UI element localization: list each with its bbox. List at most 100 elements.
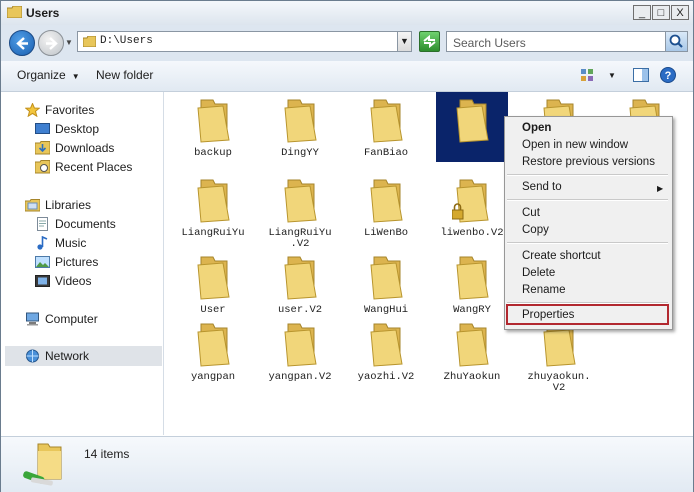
- organize-menu[interactable]: Organize ▼: [17, 68, 80, 82]
- title-bar[interactable]: Users _ □ X: [1, 1, 693, 25]
- star-icon: [25, 103, 40, 117]
- folder-item[interactable]: backup: [169, 98, 257, 159]
- refresh-icon: [423, 34, 436, 49]
- menu-separator: [507, 242, 668, 244]
- folder-item[interactable]: yaozhi.V2: [342, 322, 430, 383]
- view-dropdown-icon[interactable]: ▼: [608, 71, 616, 80]
- close-button[interactable]: X: [671, 5, 689, 20]
- folder-name: WangHui: [363, 304, 409, 316]
- new-folder-button[interactable]: New folder: [96, 68, 153, 82]
- folder-icon: [284, 99, 317, 143]
- view-options-icon[interactable]: [579, 66, 597, 84]
- menu-item-properties[interactable]: Properties: [522, 309, 574, 321]
- downloads-folder-icon: [35, 141, 50, 155]
- nav-label: Libraries: [45, 198, 92, 212]
- nav-label: Downloads: [55, 141, 115, 155]
- folder-icon: [284, 323, 317, 367]
- music-icon: [37, 236, 48, 250]
- menu-separator: [507, 174, 668, 176]
- folder-item[interactable]: LiWenBo: [342, 178, 430, 239]
- search-button[interactable]: [665, 32, 687, 51]
- folder-icon: [197, 323, 230, 367]
- menu-item-delete[interactable]: Delete: [522, 267, 555, 279]
- folder-icon: [197, 99, 230, 143]
- folder-icon: [456, 323, 489, 367]
- menu-item-open[interactable]: Open: [522, 122, 551, 134]
- pictures-icon: [35, 256, 50, 268]
- folder-name: WangRY: [453, 304, 491, 316]
- back-button[interactable]: [9, 30, 35, 56]
- folder-item[interactable]: WangRY: [428, 255, 516, 316]
- folder-icon: [83, 36, 96, 47]
- nav-label: Network: [45, 349, 90, 363]
- chevron-down-icon: ▼: [71, 72, 80, 81]
- computer-icon: [26, 312, 39, 326]
- folder-icon: [197, 179, 230, 223]
- folder-item[interactable]: FanBiao: [342, 98, 430, 159]
- address-bar[interactable]: D:\Users: [77, 31, 411, 52]
- minimize-button[interactable]: _: [633, 5, 651, 20]
- folder-name: user.V2: [277, 304, 323, 316]
- folder-item[interactable]: user.V2: [256, 255, 344, 316]
- folder-icon: [284, 179, 317, 223]
- folder-item[interactable]: fanbiao.V2: [428, 92, 516, 162]
- folder-item[interactable]: User: [169, 255, 257, 316]
- folder-icon: [284, 256, 317, 300]
- nav-label: Favorites: [45, 103, 95, 117]
- folder-item[interactable]: LiangRuiYu .V2: [256, 178, 344, 250]
- menu-item-open-new-window[interactable]: Open in new window: [522, 139, 628, 151]
- desktop-icon: [35, 123, 50, 134]
- folder-name: DingYY: [281, 147, 319, 159]
- arrow-left-icon: [16, 37, 28, 50]
- folder-item[interactable]: DingYY: [256, 98, 344, 159]
- folder-name: yaozhi.V2: [357, 371, 415, 383]
- menu-item-copy[interactable]: Copy: [522, 224, 549, 236]
- folder-icon: [197, 256, 230, 300]
- window-title: Users: [26, 6, 60, 20]
- folder-item[interactable]: yangpan: [169, 322, 257, 383]
- documents-icon: [37, 217, 48, 231]
- organize-label: Organize: [17, 68, 66, 82]
- menu-item-create-shortcut[interactable]: Create shortcut: [522, 250, 601, 262]
- context-menu: Open Open in new window Restore previous…: [504, 116, 673, 330]
- folder-name: liwenbo.V2: [440, 227, 504, 239]
- folder-icon: [451, 179, 489, 223]
- folder-icon: [456, 99, 489, 143]
- folder-item[interactable]: liwenbo.V2: [428, 178, 516, 239]
- maximize-button[interactable]: □: [652, 5, 670, 20]
- folder-icon: [370, 323, 403, 367]
- folder-item[interactable]: zhuyaokun. V2: [515, 322, 603, 394]
- nav-label: Desktop: [55, 122, 100, 136]
- refresh-button[interactable]: [419, 31, 440, 52]
- folder-name: LiangRuiYu .V2: [268, 227, 332, 250]
- folder-item[interactable]: WangHui: [342, 255, 430, 316]
- folder-item[interactable]: yangpan.V2: [256, 322, 344, 383]
- menu-item-restore-versions[interactable]: Restore previous versions: [522, 156, 655, 168]
- nav-label: Music: [55, 236, 87, 250]
- network-icon: [26, 349, 39, 363]
- help-icon[interactable]: ?: [659, 66, 677, 84]
- folder-icon: [7, 6, 22, 18]
- menu-item-rename[interactable]: Rename: [522, 284, 565, 296]
- preview-pane-icon[interactable]: [632, 66, 650, 84]
- arrow-right-icon: [46, 37, 58, 50]
- folder-name: backup: [194, 147, 232, 159]
- navigation-pane: Favorites Desktop Downloads Recent Place…: [1, 92, 164, 435]
- address-dropdown[interactable]: ▼: [397, 31, 412, 52]
- recent-places-icon: [35, 160, 50, 174]
- nav-label: Pictures: [55, 255, 99, 269]
- folder-name: yangpan.V2: [268, 371, 332, 383]
- nav-label: Documents: [55, 217, 116, 231]
- folder-item[interactable]: ZhuYaokun: [428, 322, 516, 383]
- menu-item-send-to[interactable]: Send to: [522, 181, 562, 193]
- folder-name: zhuyaokun. V2: [527, 371, 591, 394]
- search-input[interactable]: Search Users: [446, 31, 688, 52]
- recent-pages-dropdown[interactable]: ▼: [65, 38, 73, 47]
- videos-icon: [35, 275, 50, 287]
- forward-button[interactable]: [38, 30, 64, 56]
- address-path: D:\Users: [100, 35, 153, 47]
- menu-item-cut[interactable]: Cut: [522, 207, 540, 219]
- nav-label: Videos: [55, 274, 92, 288]
- folder-item[interactable]: LiangRuiYu: [169, 178, 257, 239]
- submenu-arrow-icon: ▶: [657, 184, 664, 193]
